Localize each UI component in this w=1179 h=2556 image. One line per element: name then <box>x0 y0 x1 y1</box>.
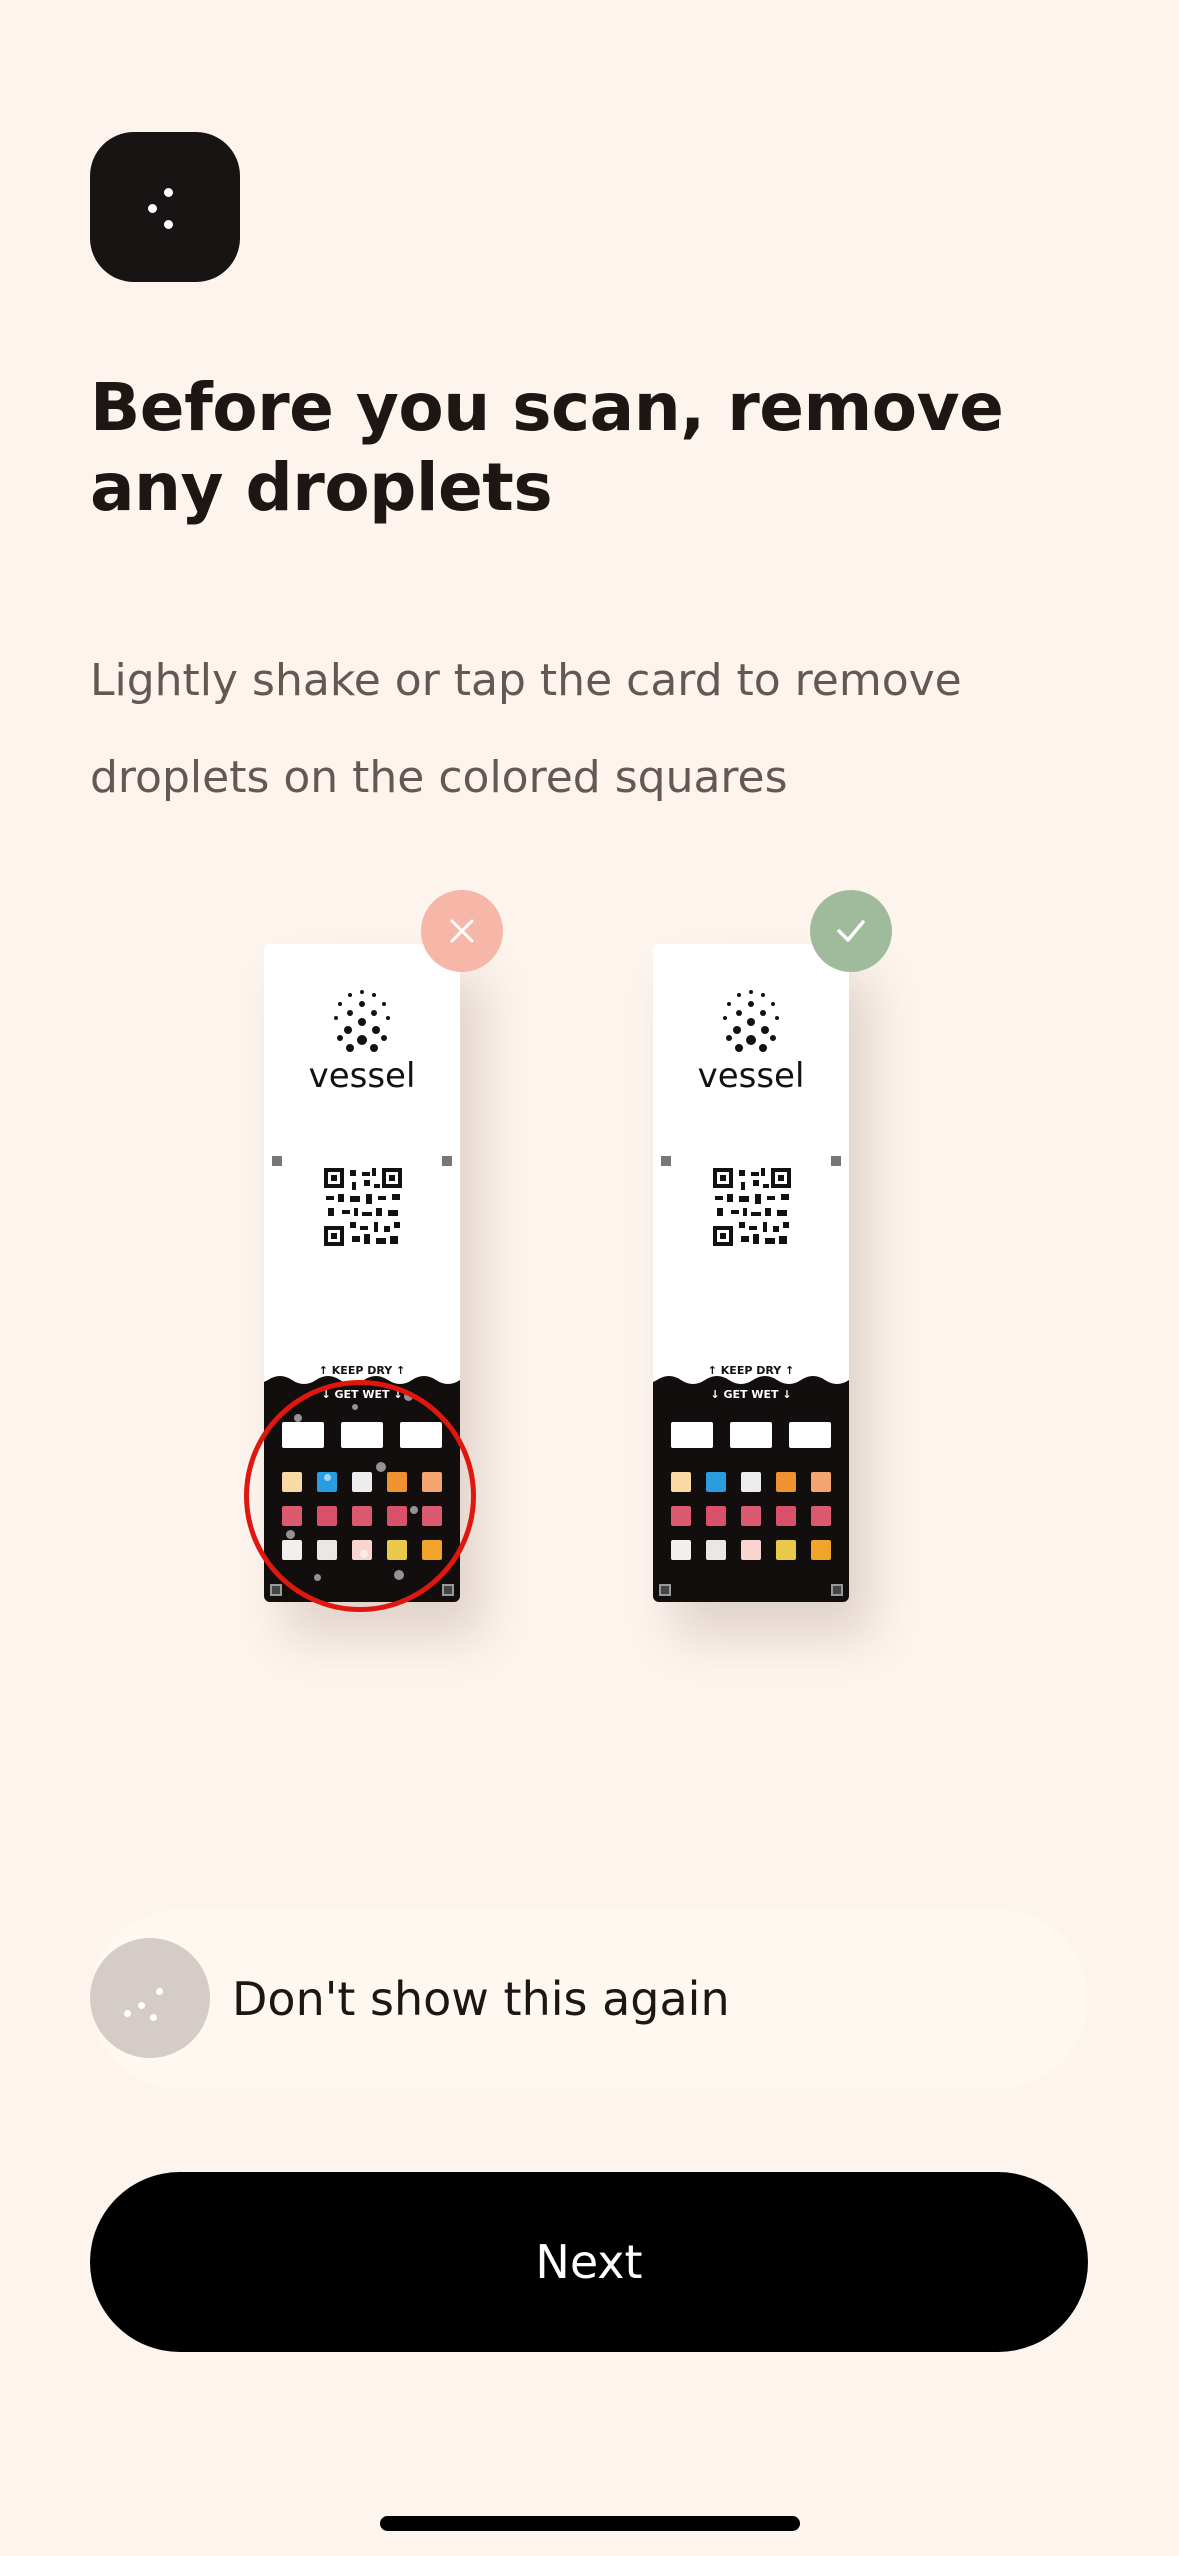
color-swatch <box>706 1540 726 1560</box>
color-swatch <box>776 1506 796 1526</box>
color-swatch <box>741 1506 761 1526</box>
incorrect-badge <box>421 890 503 972</box>
check-icon <box>837 920 865 942</box>
page-title: Before you scan, remove any droplets <box>90 369 1004 526</box>
back-button[interactable] <box>90 132 240 282</box>
corner-mark <box>270 1584 282 1596</box>
reference-square <box>789 1422 831 1448</box>
color-swatch <box>741 1472 761 1492</box>
qr-code-icon <box>324 1168 402 1246</box>
registration-mark <box>442 1156 452 1166</box>
vessel-logo-icon <box>723 990 779 1052</box>
dont-show-again-checkbox[interactable] <box>90 1938 210 2058</box>
next-button[interactable]: Next <box>90 2172 1088 2352</box>
color-swatch <box>811 1540 831 1560</box>
color-swatch <box>741 1540 761 1560</box>
get-wet-label: ↓ GET WET ↓ <box>710 1388 792 1401</box>
corner-mark <box>831 1584 843 1596</box>
color-swatch <box>776 1540 796 1560</box>
droplet-highlight-circle <box>244 1380 476 1612</box>
next-button-label: Next <box>535 2235 643 2289</box>
color-swatch <box>811 1506 831 1526</box>
corner-mark <box>659 1584 671 1596</box>
color-swatch <box>671 1540 691 1560</box>
home-indicator <box>380 2516 800 2531</box>
correct-badge <box>810 890 892 972</box>
color-swatch <box>671 1472 691 1492</box>
card-brand-label: vessel <box>697 1056 805 1096</box>
corner-mark <box>442 1584 454 1596</box>
color-swatch <box>776 1472 796 1492</box>
reference-square <box>730 1422 772 1448</box>
page-subtitle: Lightly shake or tap the card to remove … <box>90 655 962 803</box>
color-swatch <box>671 1506 691 1526</box>
test-card-dry: vessel ↑ KEEP DRY ↑ ↓ GET WET ↓ <box>653 944 849 1602</box>
color-swatch <box>706 1472 726 1492</box>
registration-mark <box>272 1156 282 1166</box>
x-icon <box>450 919 474 943</box>
registration-mark <box>831 1156 841 1166</box>
dont-show-again-label: Don't show this again <box>232 1972 730 2026</box>
card-wet-zone: ↓ GET WET ↓ <box>653 1374 849 1602</box>
qr-code-icon <box>713 1168 791 1246</box>
vessel-logo-icon <box>334 990 390 1052</box>
color-swatch <box>706 1506 726 1526</box>
registration-mark <box>661 1156 671 1166</box>
card-brand-label: vessel <box>308 1056 416 1096</box>
reference-square <box>671 1422 713 1448</box>
dont-show-again-toggle[interactable]: Don't show this again <box>90 1910 1088 2088</box>
color-swatch <box>811 1472 831 1492</box>
